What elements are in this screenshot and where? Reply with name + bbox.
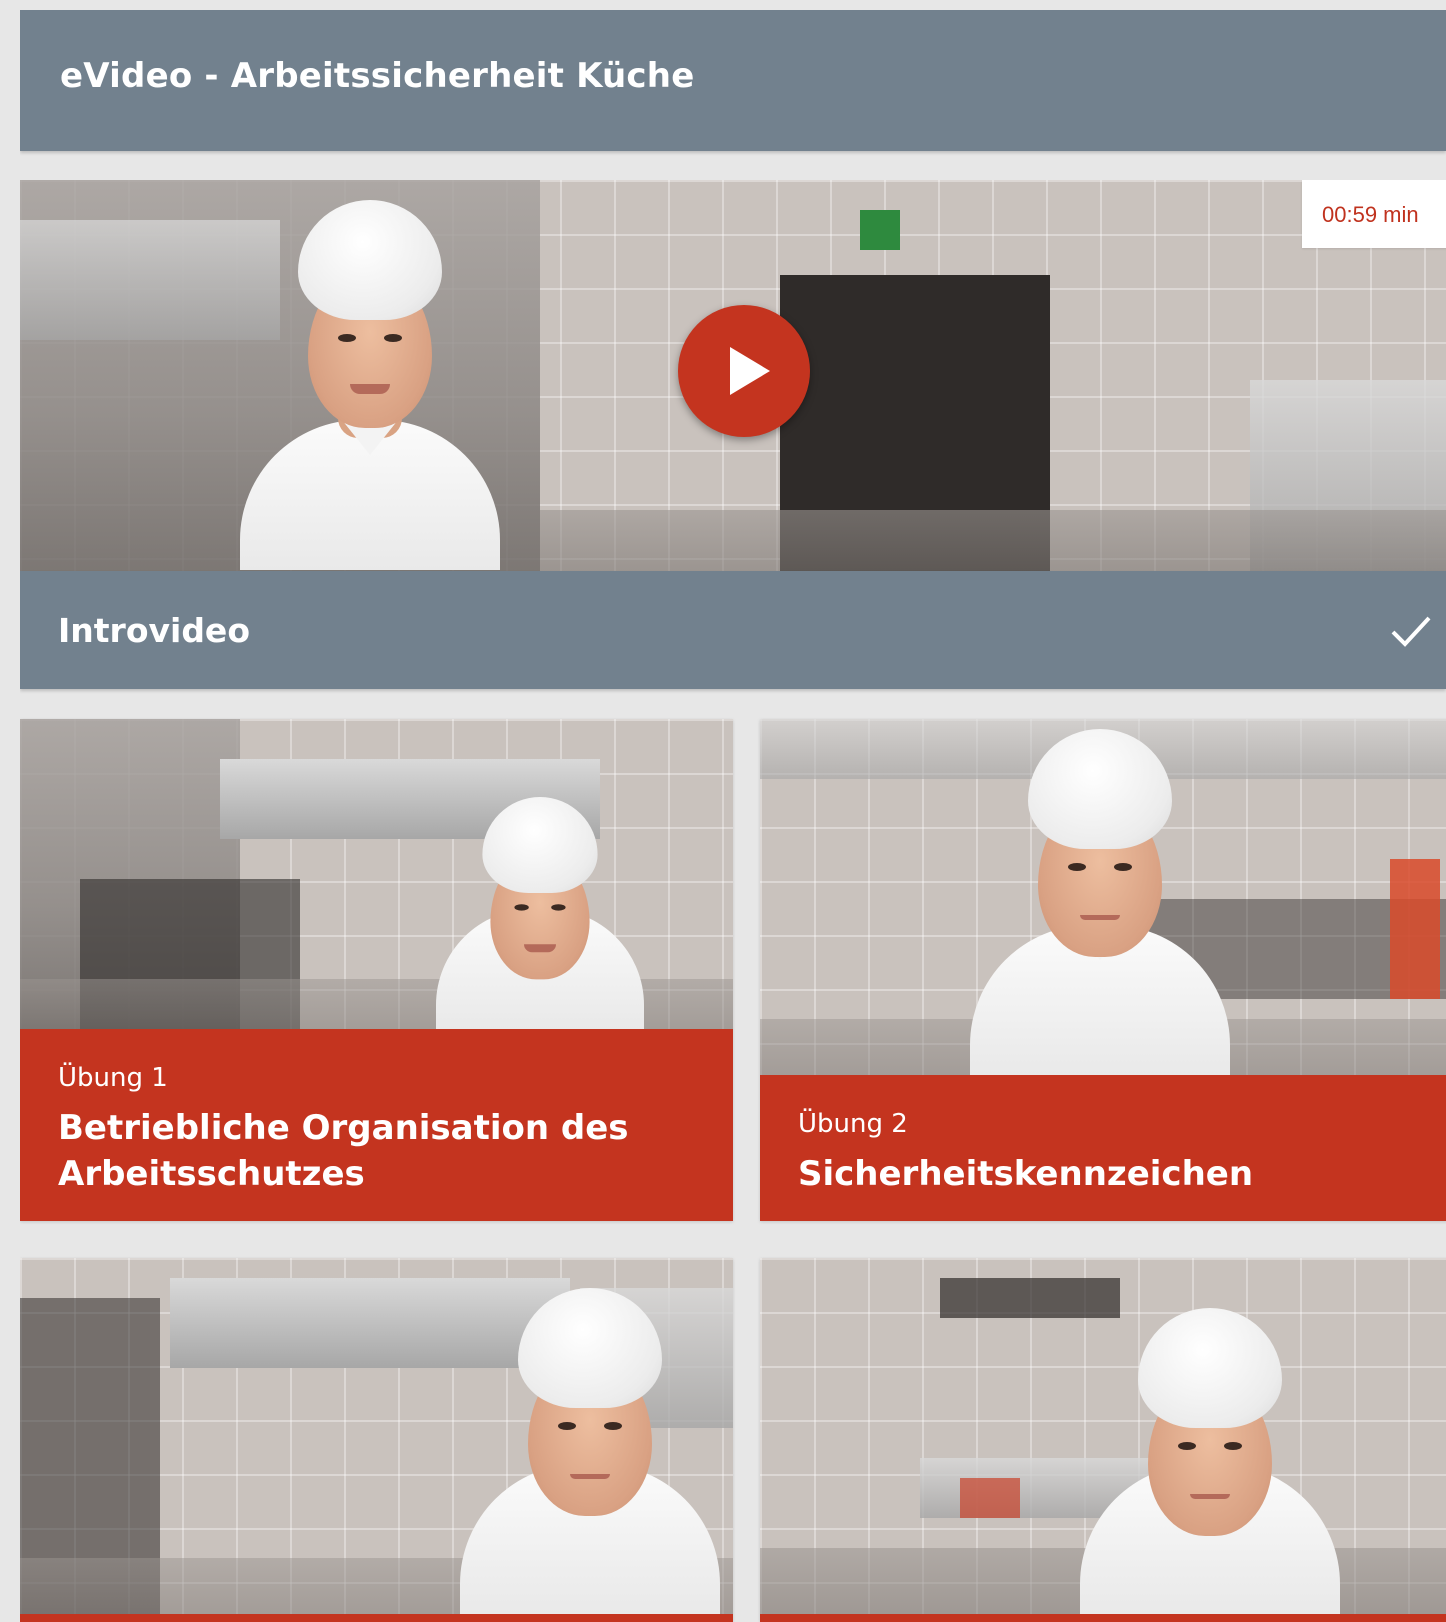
- exercise-caption: Übung 2 Sicherheitskennzeichen: [760, 1075, 1446, 1221]
- exercise-thumbnail: [760, 1258, 1446, 1614]
- exercise-thumbnail: [20, 719, 733, 1029]
- exercise-thumbnail: [20, 1258, 733, 1614]
- exercise-thumbnail: [760, 719, 1446, 1075]
- exercise-card-4[interactable]: [760, 1258, 1446, 1622]
- play-button[interactable]: [678, 305, 810, 437]
- page: eVideo - Arbeitssicherheit Küche 00:59 m…: [20, 10, 1446, 1622]
- exercise-card-1[interactable]: Übung 1 Betriebliche Organisation des Ar…: [20, 719, 733, 1221]
- intro-video-bar[interactable]: Introvideo: [20, 571, 1446, 689]
- exercise-card-2[interactable]: Übung 2 Sicherheitskennzeichen: [760, 719, 1446, 1221]
- page-title: eVideo - Arbeitssicherheit Küche: [60, 56, 695, 96]
- intro-video-player[interactable]: 00:59 min: [20, 180, 1446, 571]
- exercise-caption: Übung 1 Betriebliche Organisation des Ar…: [20, 1029, 733, 1221]
- exercise-caption: [20, 1614, 733, 1622]
- play-icon: [730, 347, 770, 395]
- intro-video-label: Introvideo: [58, 611, 250, 650]
- exit-sign-icon: [860, 210, 900, 250]
- page-header: eVideo - Arbeitssicherheit Küche: [20, 10, 1446, 151]
- video-background-floor: [540, 510, 1446, 571]
- presenter-figure: [220, 180, 520, 570]
- exercise-title: Sicherheitskennzeichen: [798, 1154, 1254, 1194]
- duration-text: 00:59 min: [1322, 202, 1419, 227]
- duration-badge: 00:59 min: [1302, 180, 1446, 248]
- exercise-caption: [760, 1614, 1446, 1622]
- exercise-title: Betriebliche Organisation des Arbeitssch…: [58, 1108, 629, 1194]
- exercise-kicker: Übung 2: [798, 1109, 908, 1139]
- exercise-kicker: Übung 1: [58, 1063, 168, 1093]
- checkmark-icon: [1391, 616, 1431, 647]
- exercise-card-3[interactable]: [20, 1258, 733, 1622]
